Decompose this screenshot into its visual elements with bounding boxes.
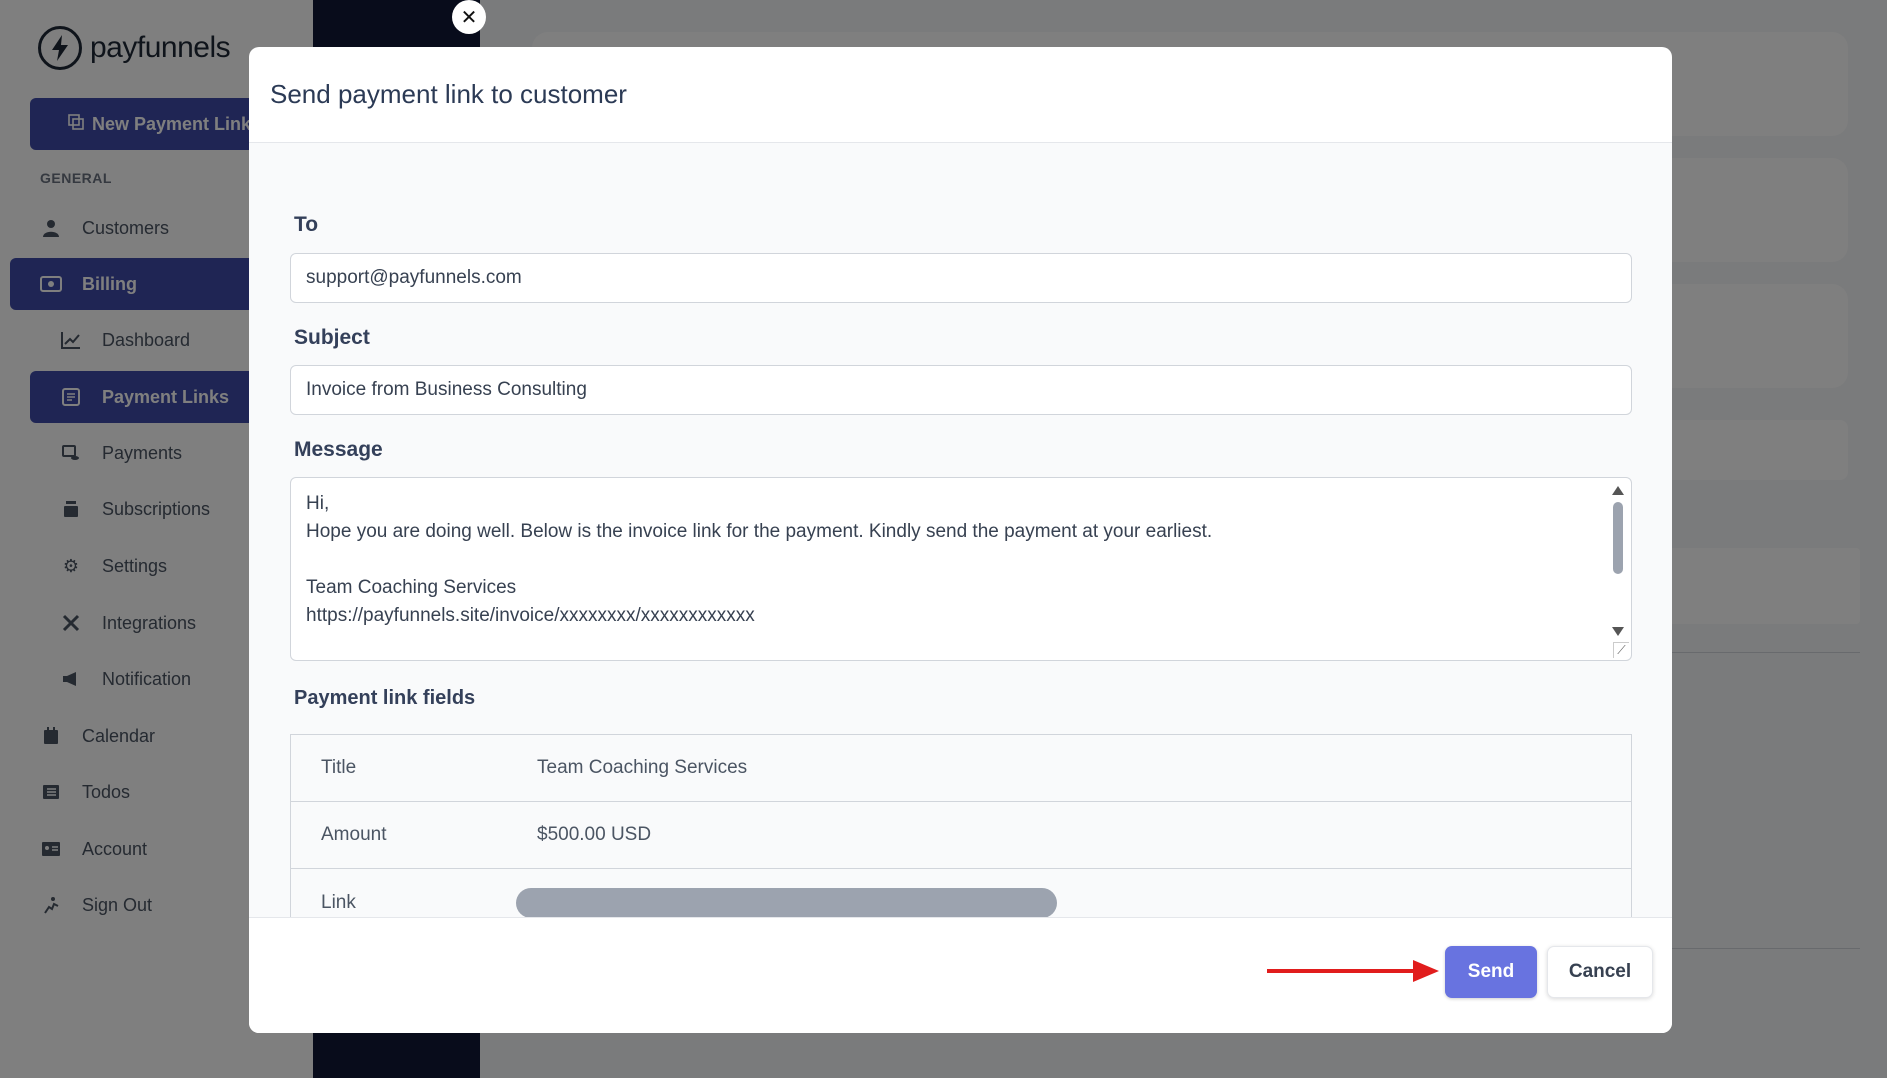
subject-field[interactable]: Invoice from Business Consulting xyxy=(290,365,1632,415)
message-label: Message xyxy=(294,438,383,461)
scroll-down-arrow-icon[interactable] xyxy=(1612,627,1624,636)
modal-body: To support@payfunnels.com Subject Invoic… xyxy=(249,143,1672,937)
message-line: Team Coaching Services xyxy=(306,577,517,598)
field-key: Amount xyxy=(321,824,387,845)
send-payment-link-modal: Send payment link to customer To support… xyxy=(249,47,1672,1033)
scroll-up-arrow-icon[interactable] xyxy=(1612,486,1624,495)
annotation-arrow-icon xyxy=(1267,960,1439,982)
message-textarea[interactable]: Hi, Hope you are doing well. Below is th… xyxy=(290,477,1632,661)
message-line xyxy=(306,546,1591,574)
field-value: Team Coaching Services xyxy=(537,757,748,778)
field-key: Title xyxy=(321,757,357,778)
payment-link-fields-table: Title Team Coaching Services Amount $500… xyxy=(290,734,1632,937)
message-line: https://payfunnels.site/invoice/xxxxxxxx… xyxy=(306,605,755,626)
payment-link-fields-heading: Payment link fields xyxy=(294,687,476,709)
to-label: To xyxy=(294,213,319,236)
close-icon[interactable]: ✕ xyxy=(452,0,486,34)
cancel-button[interactable]: Cancel xyxy=(1547,946,1653,998)
resize-handle-icon[interactable]: ⟋ xyxy=(1613,642,1629,658)
modal-header: Send payment link to customer xyxy=(249,47,1672,143)
message-line: Hope you are doing well. Below is the in… xyxy=(306,521,1213,542)
to-email-field[interactable]: support@payfunnels.com xyxy=(290,253,1632,303)
message-scrollbar[interactable] xyxy=(1607,480,1629,658)
send-button[interactable]: Send xyxy=(1445,946,1537,998)
scrollbar-thumb[interactable] xyxy=(1613,502,1623,574)
field-key: Link xyxy=(321,891,356,913)
table-row: Title Team Coaching Services xyxy=(291,735,1631,802)
message-line: Hi, xyxy=(306,493,330,514)
subject-label: Subject xyxy=(294,326,370,349)
table-row: Amount $500.00 USD xyxy=(291,802,1631,869)
redacted-link-value xyxy=(516,887,1057,918)
modal-title: Send payment link to customer xyxy=(270,79,627,109)
modal-footer: Send Cancel xyxy=(249,917,1672,1033)
field-value: $500.00 USD xyxy=(537,824,652,845)
